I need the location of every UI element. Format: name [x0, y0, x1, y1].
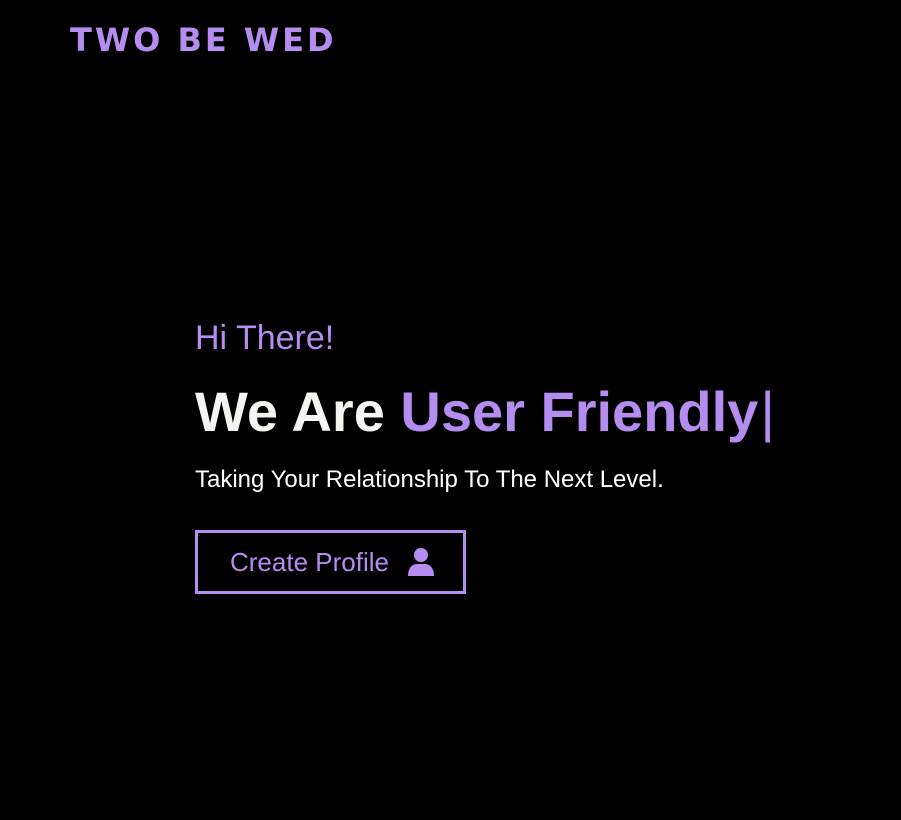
hero-greeting: Hi There! — [195, 319, 335, 357]
brand-logo[interactable]: TWO BE WED — [70, 20, 337, 60]
typing-cursor: | — [760, 380, 775, 443]
headline-accent: User Friendly — [400, 380, 759, 443]
hero-headline: We Are User Friendly| — [195, 380, 875, 444]
create-profile-button[interactable]: Create Profile — [195, 530, 466, 594]
hero-tagline: Taking Your Relationship To The Next Lev… — [195, 466, 664, 493]
hero-section: Hi There! We Are User Friendly| Taking Y… — [195, 316, 875, 594]
user-icon — [407, 547, 435, 577]
create-profile-label: Create Profile — [230, 546, 389, 577]
headline-prefix: We Are — [195, 380, 401, 443]
